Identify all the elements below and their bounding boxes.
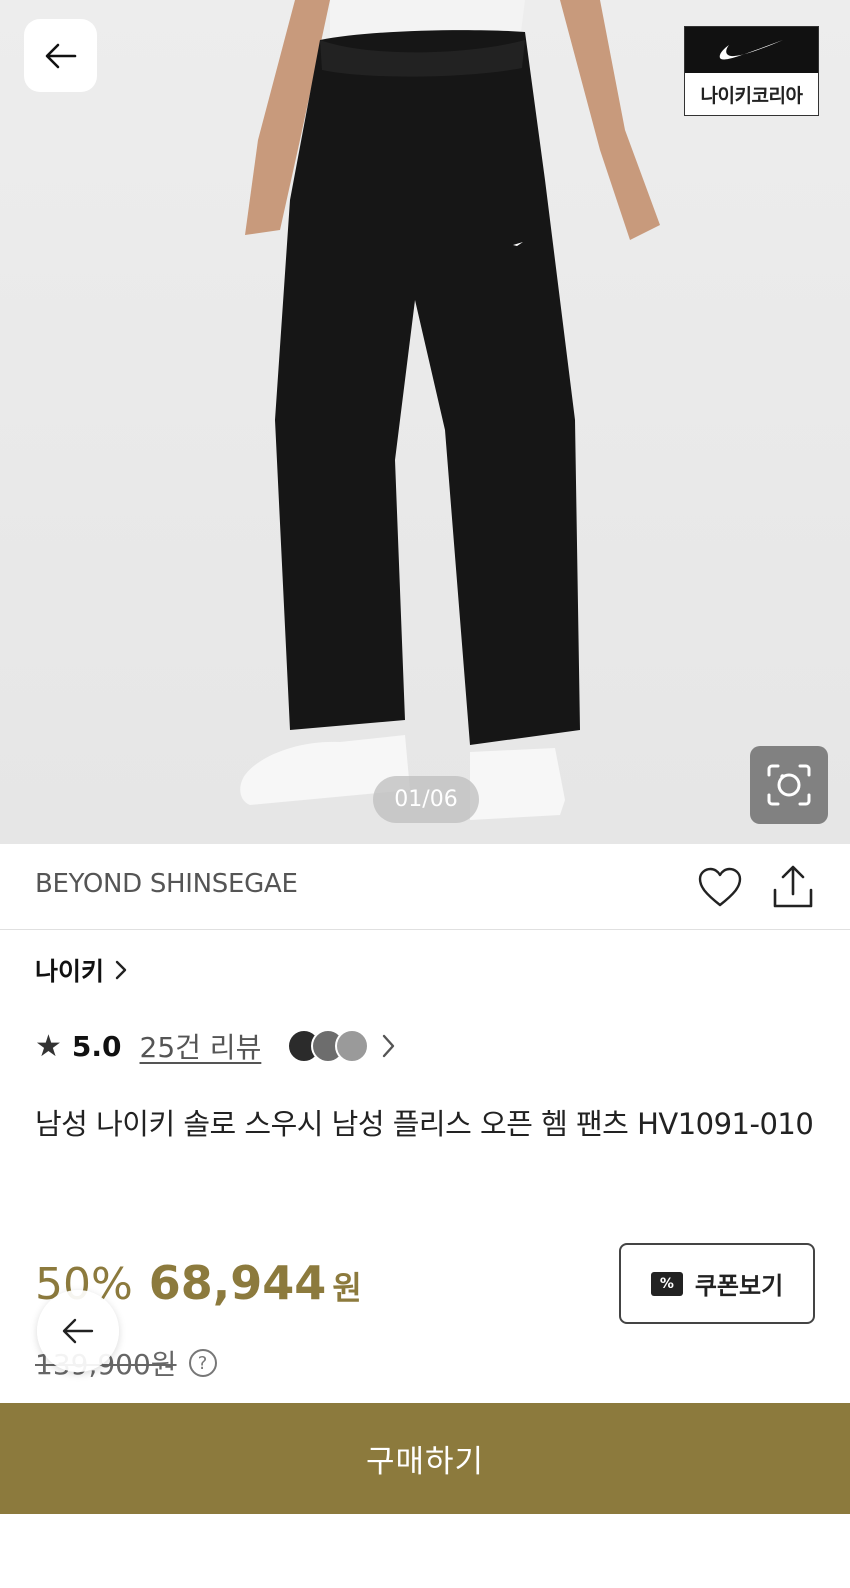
nike-swoosh-logo: [685, 27, 818, 73]
visual-search-button[interactable]: [750, 746, 828, 824]
share-icon: [773, 865, 813, 908]
coupon-label: 쿠폰보기: [694, 1272, 784, 1300]
product-title: 남성 나이키 솔로 스우시 남성 플리스 오픈 헴 팬츠 HV1091-010: [35, 1107, 814, 1141]
heart-icon: [698, 867, 742, 907]
rating-row: ★ 5.0 25건 리뷰: [35, 1024, 397, 1068]
store-name[interactable]: BEYOND SHINSEGAE: [35, 869, 298, 899]
arrow-left-icon: [62, 1318, 94, 1344]
brand-link[interactable]: 나이키: [35, 952, 128, 988]
store-row: BEYOND SHINSEGAE: [0, 844, 850, 930]
sale-price: 68,944: [148, 1256, 327, 1310]
badge-label: 나이키코리아: [700, 84, 803, 107]
wishlist-button[interactable]: [696, 864, 744, 912]
brand-name: 나이키: [35, 957, 105, 986]
rating-score: 5.0: [71, 1029, 122, 1063]
star-icon: ★: [35, 1028, 62, 1064]
floating-back-button[interactable]: [37, 1290, 119, 1372]
arrow-left-icon: [45, 43, 76, 68]
image-counter: 01/06: [373, 776, 479, 823]
chevron-right-icon: [115, 960, 127, 980]
review-thumbnail: [335, 1029, 370, 1063]
review-count-link[interactable]: 25건 리뷰: [140, 1026, 262, 1066]
question-icon[interactable]: ?: [188, 1349, 217, 1377]
currency-unit: 원: [332, 1269, 362, 1307]
review-photo-thumbnails[interactable]: [287, 1029, 370, 1063]
back-button[interactable]: [24, 19, 97, 92]
product-photo: [240, 0, 660, 820]
share-button[interactable]: [769, 862, 817, 912]
buy-button[interactable]: 구매하기: [0, 1403, 850, 1514]
visual-search-icon: [767, 764, 811, 806]
coupon-button[interactable]: % 쿠폰보기: [619, 1243, 815, 1324]
nike-korea-badge: 나이키코리아: [684, 26, 819, 116]
coupon-icon: %: [650, 1271, 683, 1296]
product-image-gallery[interactable]: 나이키코리아 01/06: [0, 0, 850, 844]
chevron-right-icon[interactable]: [381, 1033, 397, 1059]
